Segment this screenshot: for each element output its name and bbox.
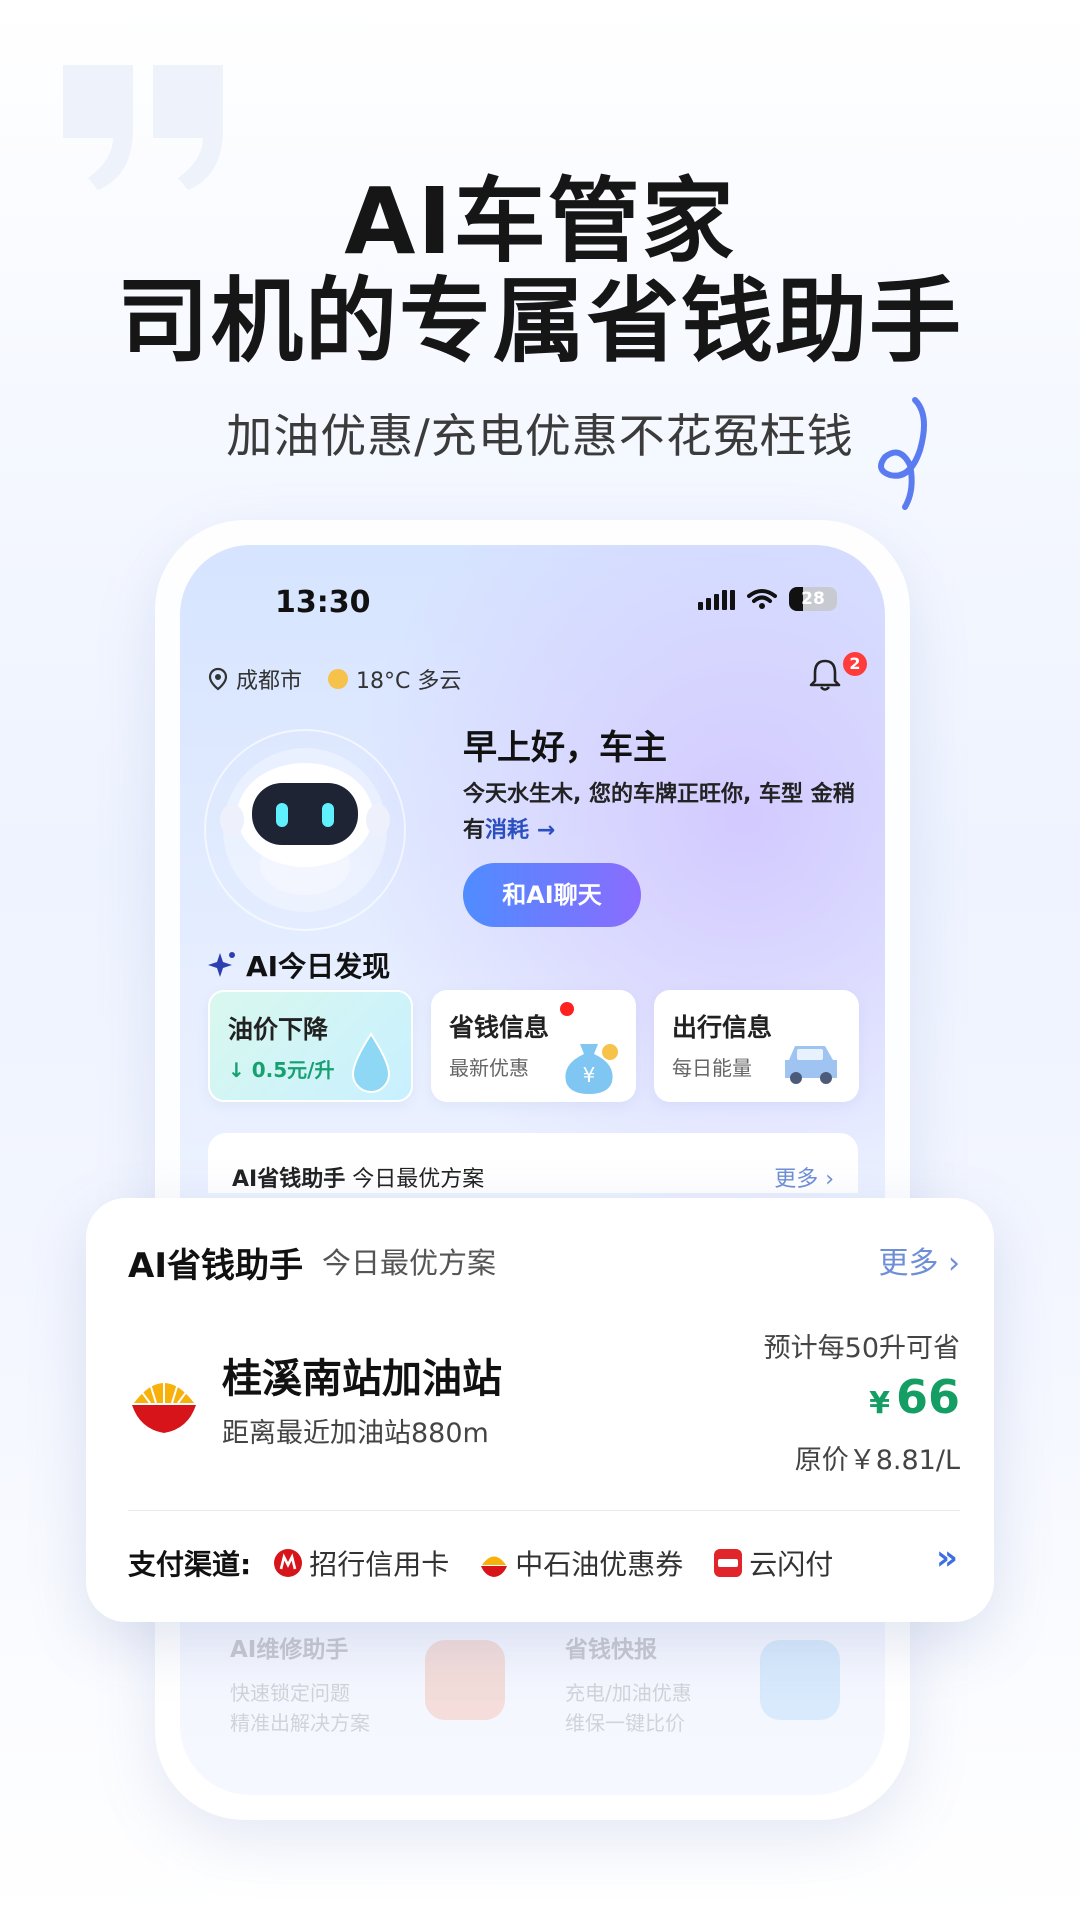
- divider: [128, 1510, 960, 1511]
- notification-badge: 2: [843, 652, 867, 676]
- arrow-right-icon: →: [536, 818, 556, 843]
- saving-amount: ¥ 66: [869, 1370, 960, 1424]
- saving-value: 66: [895, 1370, 960, 1424]
- weather-sun-icon: [328, 669, 349, 689]
- hero-title-line1: AI车管家: [344, 168, 736, 275]
- hero-title: AI车管家 司机的专属省钱助手: [0, 172, 1080, 372]
- chat-with-ai-button[interactable]: 和AI聊天: [463, 863, 641, 927]
- wrench-icon: [425, 1640, 505, 1720]
- discovery-title-label: AI今日发现: [246, 950, 391, 983]
- fortune-line1: 今天水生木, 您的车牌正旺你, 车型: [463, 782, 804, 807]
- greeting-text: 早上好，车主: [463, 728, 667, 768]
- card-title: AI省钱助手: [128, 1246, 303, 1286]
- robot-mascot: [204, 729, 406, 931]
- petrochina-logo-icon: [132, 1373, 196, 1433]
- oil-price-title: 油价下降: [228, 1015, 329, 1044]
- original-price: 原价￥8.81/L: [794, 1445, 960, 1476]
- mini-card-more: 更多 ›: [774, 1167, 834, 1192]
- signal-icon: [698, 588, 735, 610]
- status-time: 13:30: [275, 585, 371, 620]
- savings-info-title: 省钱信息: [449, 1013, 550, 1042]
- status-icons: 28: [698, 587, 837, 611]
- wifi-icon: [747, 589, 777, 609]
- pay-cmb-label: 招行信用卡: [309, 1548, 450, 1581]
- shield-yuan-icon: [760, 1640, 840, 1720]
- savings-news-card: 省钱快报 充电/加油优惠 维保一键比价: [565, 1630, 870, 1780]
- swirl-decoration: [878, 397, 927, 510]
- cmb-bank-icon: [274, 1549, 303, 1577]
- card-subtitle: 今日最优方案: [322, 1246, 497, 1280]
- more-link[interactable]: 更多 ›: [878, 1238, 960, 1282]
- location-pin-icon: [208, 667, 228, 691]
- money-bag-icon: ¥: [565, 1044, 618, 1094]
- sparkle-icon: [208, 952, 235, 977]
- new-dot-badge: [560, 1002, 574, 1016]
- savings-info-card[interactable]: 省钱信息 最新优惠 ¥: [431, 990, 636, 1102]
- svg-text:¥: ¥: [583, 1063, 596, 1087]
- pay-coupon-label: 中石油优惠券: [515, 1548, 684, 1581]
- bell-icon[interactable]: [805, 655, 845, 695]
- hero-title-line2: 司机的专属省钱助手: [116, 268, 963, 375]
- battery-level: 28: [801, 589, 825, 609]
- quickpass-icon: [714, 1549, 743, 1577]
- city-label: 成都市: [236, 669, 303, 694]
- mini-card-sub: 今日最优方案: [352, 1167, 485, 1192]
- weather-label: 18°C 多云: [356, 669, 462, 694]
- pay-more-icon[interactable]: »: [936, 1538, 958, 1578]
- battery-icon: 28: [789, 587, 837, 611]
- pay-unionpay-quickpass[interactable]: 云闪付: [713, 1543, 833, 1583]
- travel-info-title: 出行信息: [672, 1013, 773, 1042]
- pay-cmb-credit[interactable]: 招行信用卡: [273, 1543, 449, 1583]
- mini-savings-card: AI省钱助手 今日最优方案 更多 ›: [208, 1133, 858, 1193]
- pay-petrochina-coupon[interactable]: 中石油优惠券: [479, 1543, 683, 1583]
- oil-drop-icon: [351, 1032, 391, 1093]
- station-distance: 距离最近加油站880m: [222, 1418, 489, 1449]
- location-row[interactable]: 成都市 18°C 多云: [208, 663, 461, 695]
- pay-quickpass-label: 云闪付: [749, 1548, 834, 1581]
- mini-card-title: AI省钱助手: [232, 1167, 346, 1192]
- oil-price-card[interactable]: 油价下降 ↓ 0.5元/升: [208, 990, 413, 1102]
- travel-info-card[interactable]: 出行信息 每日能量: [654, 990, 859, 1102]
- petrochina-small-icon: [481, 1556, 508, 1577]
- fortune-text: 今天水生木, 您的车牌正旺你, 车型 金稍有消耗 →: [463, 777, 863, 849]
- car-icon: [785, 1046, 837, 1084]
- station-name: 桂溪南站加油站: [222, 1356, 502, 1402]
- repair-assistant-card: AI维修助手 快速锁定问题 精准出解决方案: [230, 1630, 535, 1780]
- savings-assistant-card[interactable]: AI省钱助手 今日最优方案 更多 › 桂溪南站加油站 距离最近加油站880m 预…: [86, 1198, 994, 1622]
- savings-info-sub: 最新优惠: [449, 1056, 529, 1080]
- oil-price-sub: ↓ 0.5元/升: [228, 1058, 335, 1082]
- currency-symbol: ¥: [869, 1386, 890, 1421]
- payment-channels: 支付渠道: 招行信用卡 中石油优惠券 云闪付: [128, 1543, 863, 1583]
- estimate-label: 预计每50升可省: [763, 1333, 960, 1364]
- travel-info-sub: 每日能量: [672, 1056, 752, 1080]
- oil-price-value: 0.5元/升: [251, 1058, 335, 1082]
- discovery-title: AI今日发现: [208, 945, 390, 985]
- fortune-highlight: 消耗: [485, 818, 530, 843]
- payment-label: 支付渠道:: [128, 1548, 252, 1581]
